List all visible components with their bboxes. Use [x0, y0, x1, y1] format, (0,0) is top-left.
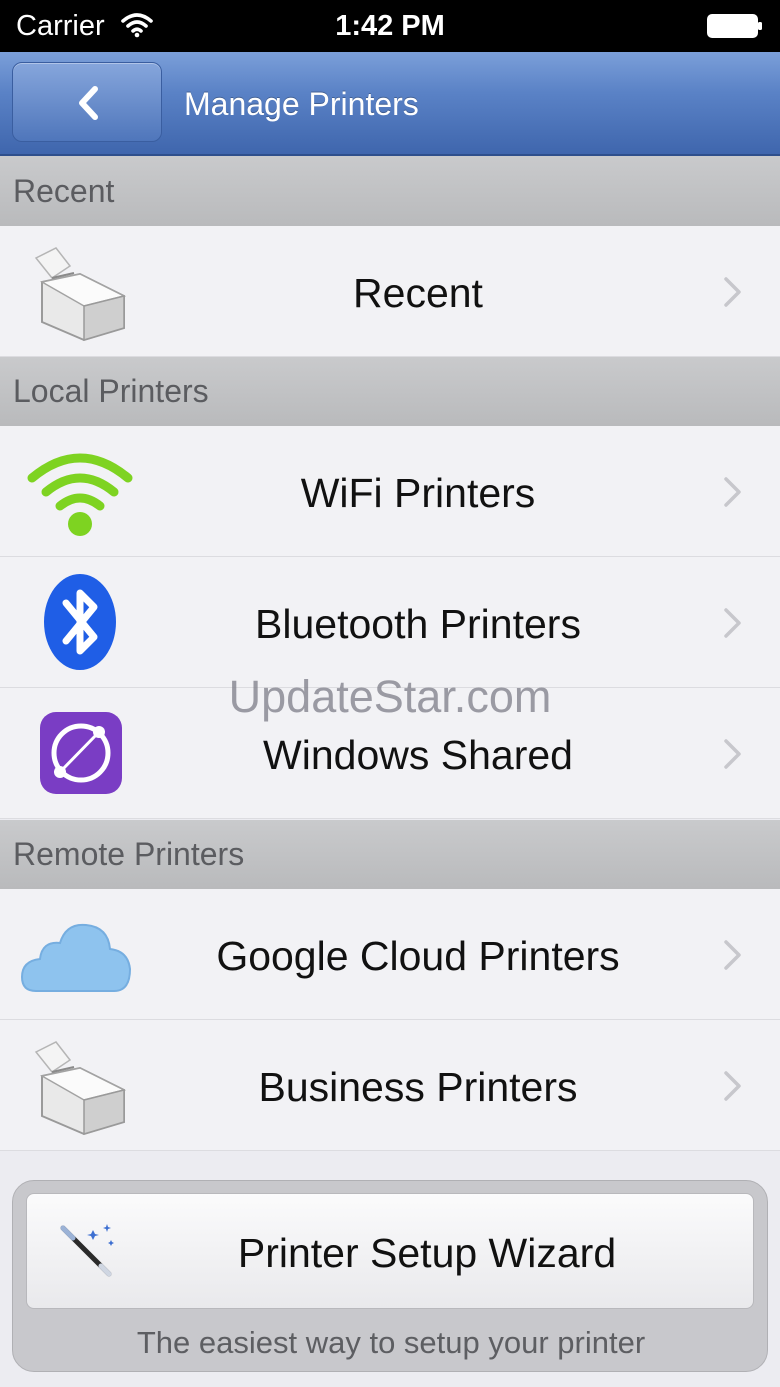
chevron-right-icon — [724, 477, 741, 507]
list-item-wifi-printers[interactable]: WiFi Printers — [0, 426, 780, 557]
row-label: Business Printers — [258, 1064, 578, 1110]
section-header-local-printers: Local Printers — [0, 357, 780, 426]
row-label: Recent — [353, 270, 483, 316]
section-header-label: Remote Printers — [13, 836, 245, 872]
row-label: Bluetooth Printers — [255, 601, 581, 647]
page-title: Manage Printers — [184, 86, 419, 122]
chevron-right-icon — [724, 608, 741, 638]
wizard-caption: The easiest way to setup your printer — [136, 1325, 646, 1360]
chevron-right-icon — [724, 940, 741, 970]
list-item-business-printers[interactable]: Business Printers — [0, 1020, 780, 1151]
section-header-recent: Recent — [0, 156, 780, 226]
list-item-windows-shared[interactable]: Windows Shared — [0, 688, 780, 819]
wizard-panel: Printer Setup Wizard The easiest way to … — [12, 1180, 768, 1372]
chevron-right-icon — [724, 277, 741, 307]
list-item-google-cloud-printers[interactable]: Google Cloud Printers — [0, 889, 780, 1020]
row-label: WiFi Printers — [300, 470, 536, 516]
back-button[interactable] — [12, 62, 162, 142]
section-header-label: Recent — [13, 173, 115, 209]
status-time: 1:42 PM — [335, 10, 445, 42]
chevron-right-icon — [724, 739, 741, 769]
section-header-remote-printers: Remote Printers — [0, 820, 780, 889]
printer-setup-wizard-button[interactable]: Printer Setup Wizard — [26, 1193, 754, 1309]
row-label: Windows Shared — [263, 732, 573, 778]
status-bar: Carrier 1:42 PM — [0, 0, 780, 52]
chevron-right-icon — [724, 1071, 741, 1101]
row-label: Google Cloud Printers — [216, 933, 620, 979]
list-item-bluetooth-printers[interactable]: Bluetooth Printers — [0, 557, 780, 688]
battery-icon — [707, 14, 762, 38]
list-item-recent[interactable]: Recent — [0, 226, 780, 357]
navigation-bar: Manage Printers — [0, 52, 780, 156]
chevron-left-icon — [79, 86, 98, 120]
section-header-label: Local Printers — [13, 373, 209, 409]
magic-wand-icon — [60, 1224, 114, 1277]
wizard-label: Printer Setup Wizard — [237, 1230, 617, 1276]
